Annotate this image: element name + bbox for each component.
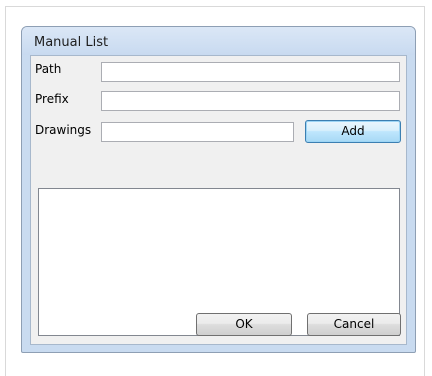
drawings-label: Drawings (35, 123, 92, 137)
title-bar[interactable]: Manual List (22, 27, 415, 55)
dialog-client-area: Path Prefix Drawings Add OK Cancel (30, 55, 407, 345)
drawings-input[interactable] (101, 122, 294, 142)
cancel-button[interactable]: Cancel (307, 313, 401, 336)
ok-button[interactable]: OK (196, 313, 292, 336)
path-label: Path (35, 62, 62, 76)
dialog-title: Manual List (34, 35, 109, 50)
prefix-label: Prefix (35, 92, 69, 106)
manual-list-dialog: Manual List Path Prefix Drawings Add OK … (21, 26, 416, 353)
path-input[interactable] (101, 62, 400, 82)
add-button[interactable]: Add (305, 120, 401, 143)
prefix-input[interactable] (101, 91, 400, 111)
